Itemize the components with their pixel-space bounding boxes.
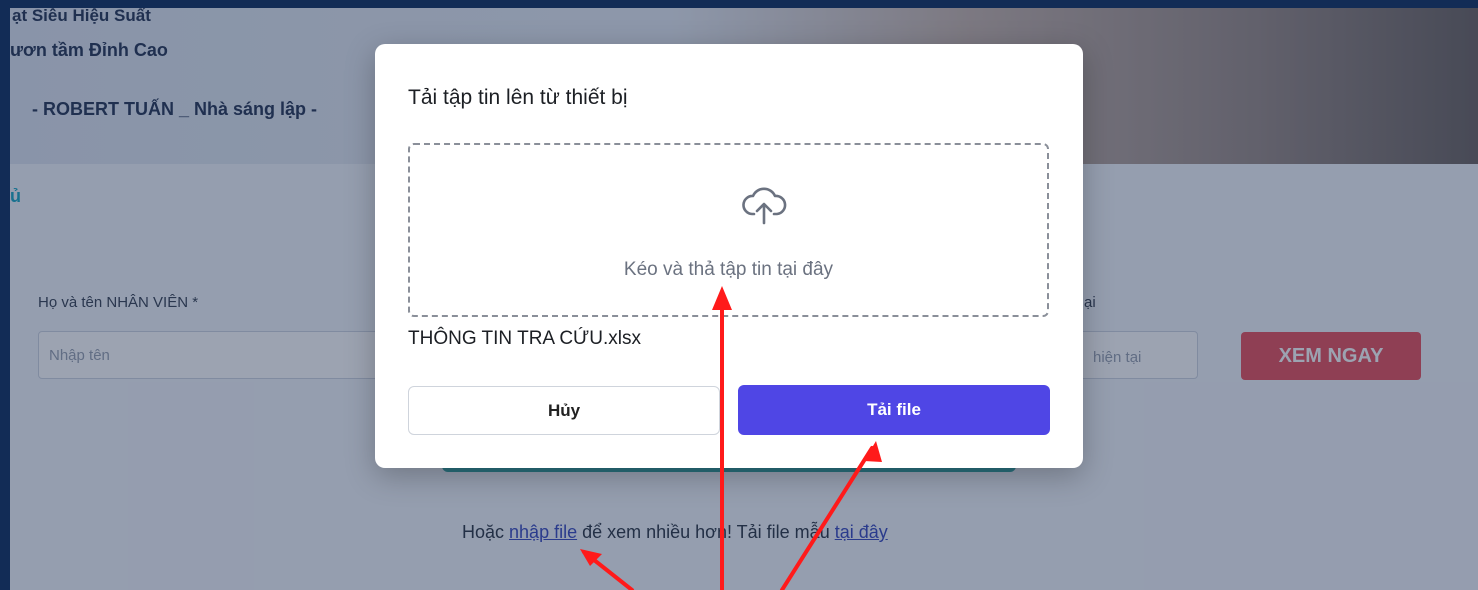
upload-dialog: Tải tập tin lên từ thiết bị Kéo và thả t… — [375, 44, 1083, 468]
dialog-title: Tải tập tin lên từ thiết bị — [408, 86, 628, 109]
file-dropzone[interactable]: Kéo và thả tập tin tại đây — [408, 143, 1049, 317]
dropzone-text: Kéo và thả tập tin tại đây — [623, 259, 834, 280]
cloud-upload-icon — [742, 187, 787, 225]
cancel-button[interactable]: Hủy — [408, 386, 720, 435]
upload-file-button[interactable]: Tải file — [738, 385, 1050, 435]
selected-file-name: THÔNG TIN TRA CỨU.xlsx — [408, 328, 641, 349]
